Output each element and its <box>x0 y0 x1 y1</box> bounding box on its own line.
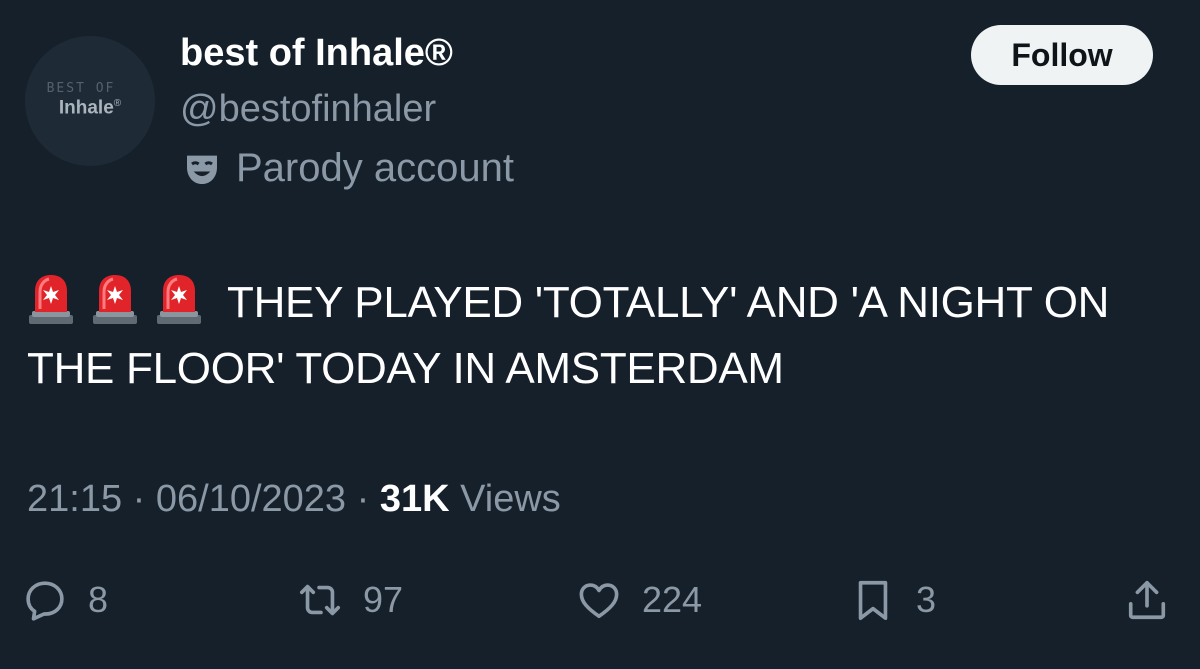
repost-count: 97 <box>363 579 404 620</box>
avatar-registered-mark: ® <box>113 98 122 110</box>
police-siren-icon <box>155 273 203 325</box>
repost-button[interactable]: 97 <box>297 570 403 630</box>
avatar[interactable]: BEST OF Inhale® <box>25 36 155 166</box>
police-siren-icon <box>91 273 139 325</box>
bookmark-icon <box>858 580 888 621</box>
reply-count: 8 <box>88 579 109 620</box>
meta-separator: · <box>132 478 146 520</box>
heart-icon <box>579 583 619 619</box>
tweet-time[interactable]: 21:15 <box>27 478 122 520</box>
tweet-date[interactable]: 06/10/2023 <box>156 478 346 520</box>
avatar-logo-text: Inhale <box>58 97 114 119</box>
parody-label: Parody account <box>182 146 514 191</box>
like-button[interactable]: 224 <box>576 570 702 630</box>
bookmark-button[interactable]: 3 <box>850 570 936 630</box>
like-count: 224 <box>642 579 703 620</box>
tweet-text: THEY PLAYED 'TOTALLY' AND 'A NIGHT ON TH… <box>27 270 1177 402</box>
share-button[interactable] <box>1124 570 1170 630</box>
views-label: Views <box>460 478 561 520</box>
reply-icon <box>26 581 64 621</box>
action-bar: 8 97 224 3 <box>0 570 1200 630</box>
account-handle[interactable]: @bestofinhaler <box>180 88 436 131</box>
avatar-small-text: BEST OF <box>46 81 116 97</box>
parody-label-text: Parody account <box>236 146 514 190</box>
police-siren-icon <box>27 273 75 325</box>
repost-icon <box>299 584 341 616</box>
tweet-meta: 21:15 · 06/10/2023 · 31K Views <box>27 478 561 521</box>
display-name[interactable]: best of Inhale® <box>180 32 453 75</box>
views-count: 31K <box>379 478 450 520</box>
share-icon <box>1128 580 1166 620</box>
mask-icon <box>182 149 222 189</box>
bookmark-count: 3 <box>916 579 937 620</box>
follow-button[interactable]: Follow <box>971 25 1153 85</box>
reply-button[interactable]: 8 <box>22 570 108 630</box>
avatar-big-text: Inhale® <box>59 94 121 118</box>
meta-separator: · <box>356 478 370 520</box>
